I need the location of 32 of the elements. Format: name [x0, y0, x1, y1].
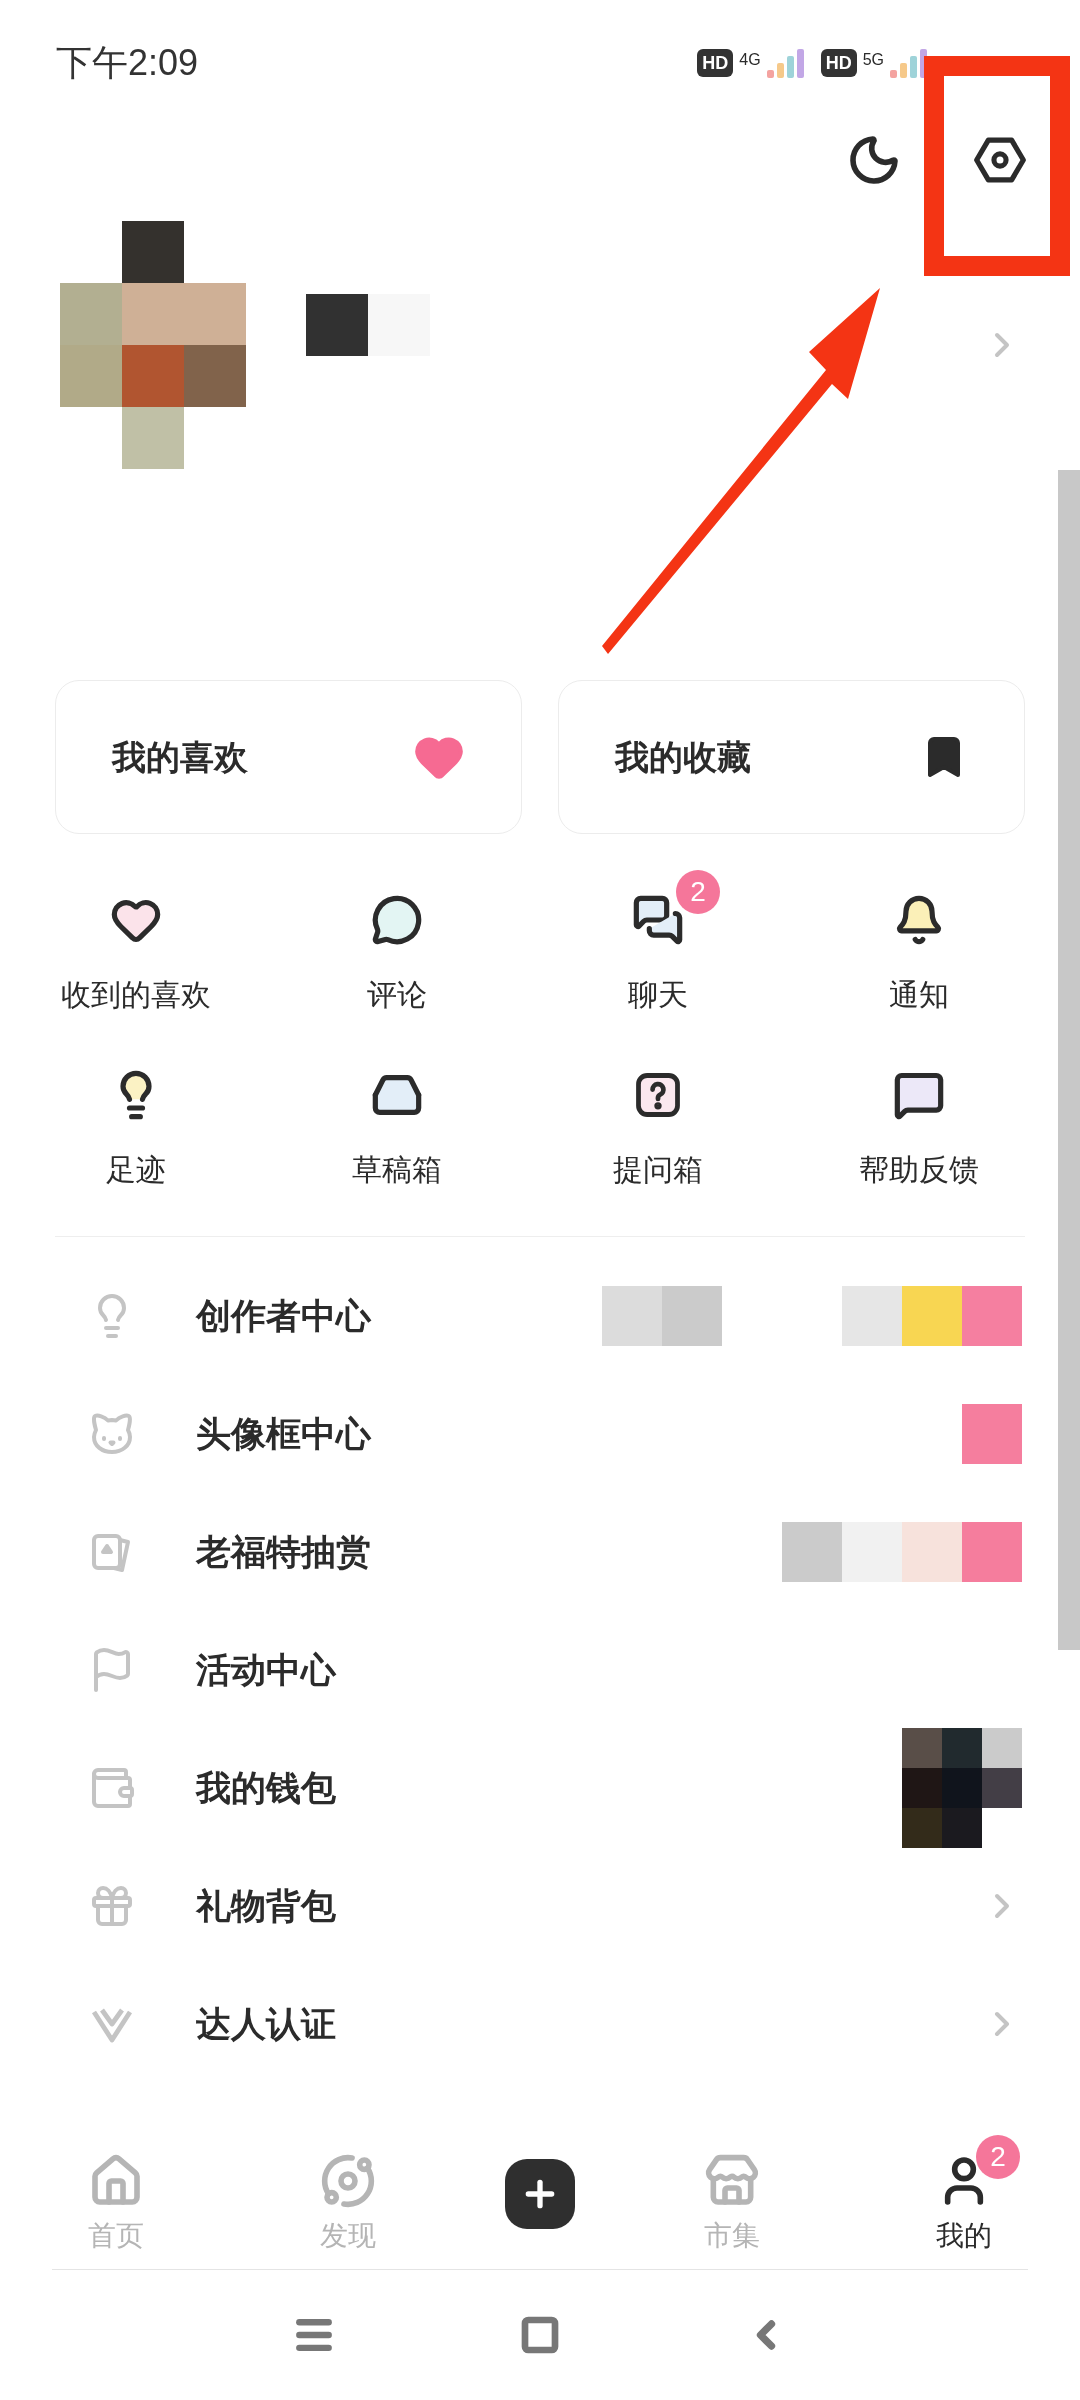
shortcut-item[interactable]: 提问箱: [527, 1041, 789, 1192]
menu-item[interactable]: 创作者中心: [0, 1257, 1040, 1375]
unread-badge: 2: [676, 870, 721, 914]
shortcut-item[interactable]: 草稿箱: [266, 1041, 528, 1192]
menu-item[interactable]: 活动中心: [0, 1611, 1040, 1729]
chat-icon: [632, 894, 685, 946]
comment-icon: [370, 894, 423, 946]
menu-item[interactable]: 礼物背包: [0, 1847, 1040, 1965]
shortcut-item[interactable]: 2 聊天: [527, 866, 789, 1017]
hd-badge: HD: [697, 49, 734, 77]
signal-icon: [890, 48, 930, 78]
planet-icon: [320, 2153, 376, 2209]
status-time: 下午2:09: [56, 41, 199, 85]
add-button[interactable]: [505, 2159, 575, 2229]
shortcut-card[interactable]: 我的收藏: [558, 680, 1025, 834]
menu-item[interactable]: 老福特抽赏: [0, 1493, 1040, 1611]
network-label: 5G: [862, 50, 884, 70]
tab-item[interactable]: 2 我的: [848, 2131, 1080, 2257]
network-label: 4G: [739, 50, 761, 70]
shortcut-item[interactable]: 足迹: [5, 1041, 267, 1192]
shortcut-item[interactable]: 帮助反馈: [788, 1041, 1050, 1192]
unread-badge: 2: [976, 2135, 1020, 2179]
shortcut-item[interactable]: 通知: [788, 866, 1050, 1017]
signal-icon: [766, 48, 807, 78]
hd-badge: HD: [820, 49, 857, 77]
menu-item[interactable]: 达人认证: [0, 1965, 1040, 2083]
shortcut-card[interactable]: 我的喜欢: [55, 680, 522, 834]
shortcut-item[interactable]: 收到的喜欢: [5, 866, 267, 1017]
shortcut-item[interactable]: 评论: [266, 866, 528, 1017]
menu-item[interactable]: 头像框中心: [0, 1375, 1040, 1493]
home-square-icon[interactable]: [520, 2315, 560, 2355]
menu-item[interactable]: 我的钱包: [0, 1729, 1040, 1847]
